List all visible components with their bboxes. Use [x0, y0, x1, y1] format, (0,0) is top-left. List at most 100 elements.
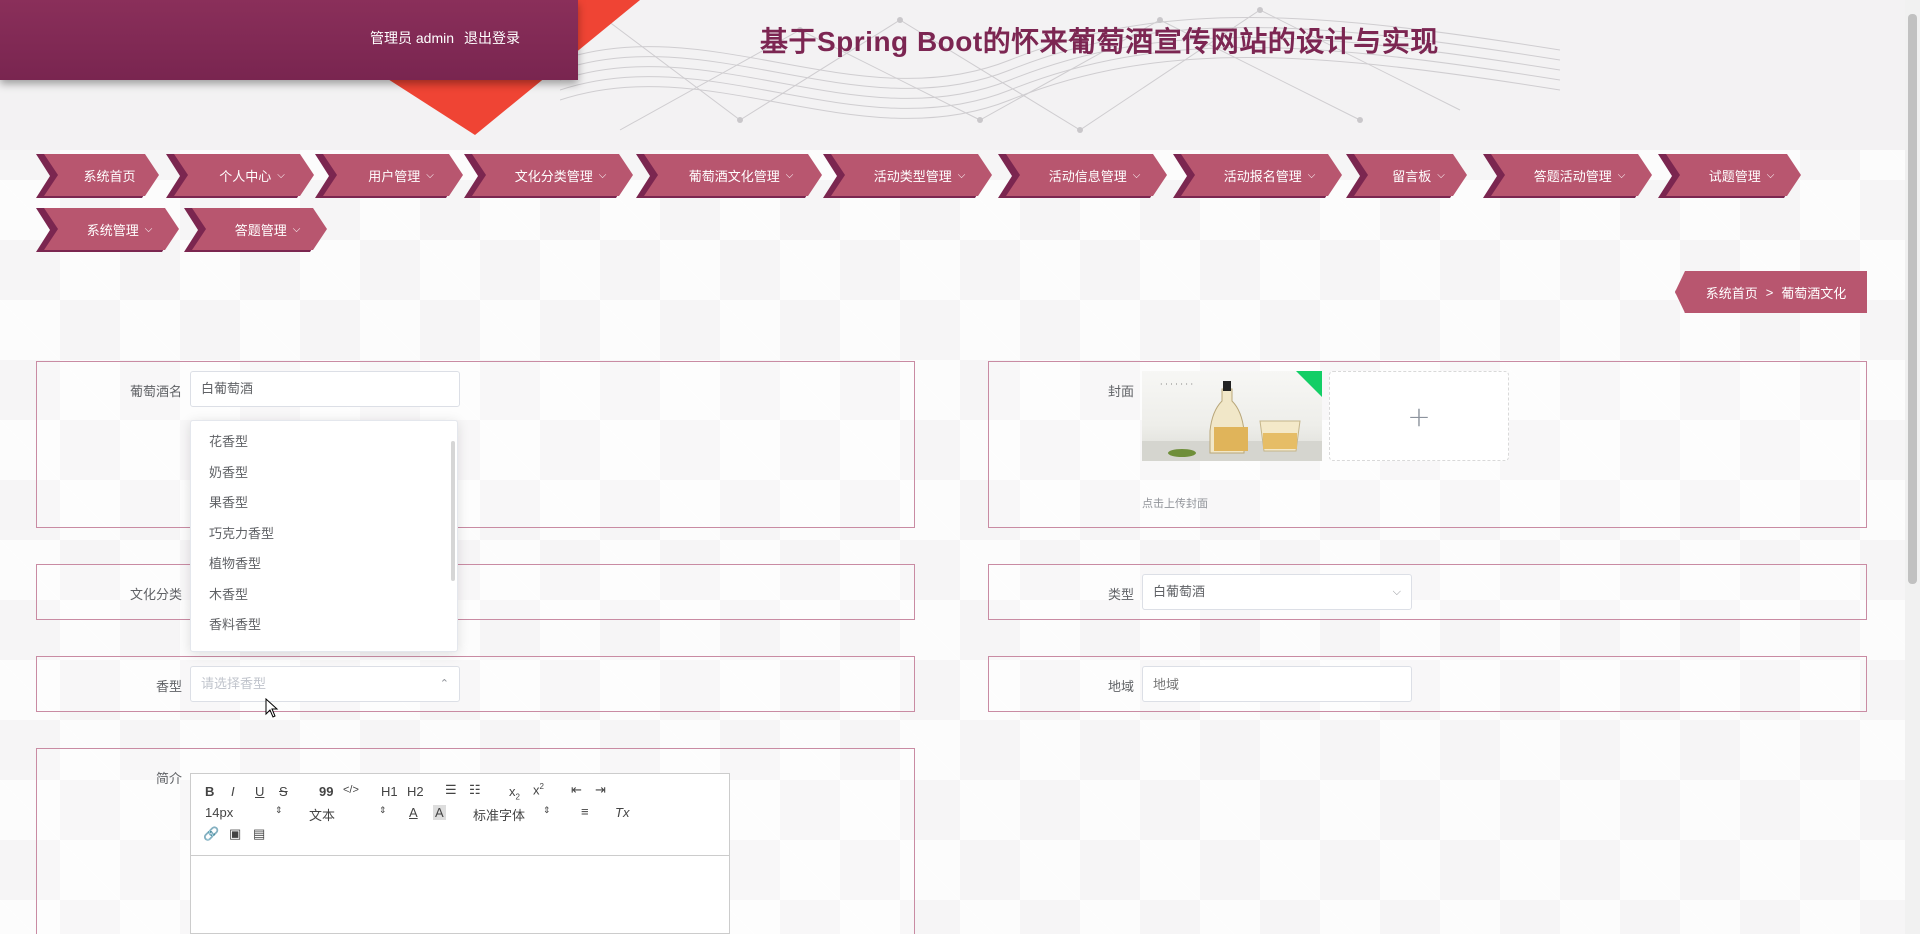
type-select[interactable]: 白葡萄酒 ⌵	[1142, 574, 1412, 610]
underline-button[interactable]: U	[255, 784, 264, 799]
nav-item-label: 系统首页	[83, 168, 136, 184]
indent-decrease-icon[interactable]: ⇤	[571, 782, 582, 798]
aroma-select-placeholder: 请选择香型	[201, 676, 267, 691]
header-select[interactable]: 文本 ⇕	[309, 805, 389, 824]
chevron-down-icon: ⌵	[1766, 169, 1775, 181]
nav-item-label: 用户管理	[368, 168, 421, 184]
chevron-down-icon: ⌵	[426, 169, 434, 181]
link-icon[interactable]: 🔗	[203, 826, 219, 842]
breadcrumb-current: 葡萄酒文化	[1781, 285, 1847, 301]
blockquote-button[interactable]: 99	[319, 784, 333, 799]
font-size-select[interactable]: 14px ⇕	[205, 805, 285, 820]
cover-image[interactable]: · · · · · · ·	[1142, 371, 1322, 461]
text-color-button[interactable]: A	[409, 805, 418, 820]
type-label: 类型	[1107, 587, 1134, 602]
aroma-option[interactable]: 木香型	[191, 580, 457, 611]
nav-item-label: 答题管理	[234, 222, 287, 238]
nav-item-questions[interactable]: 试题管理 ⌵	[1666, 154, 1801, 196]
nav-item-label: 试题管理	[1708, 168, 1761, 184]
font-size-value: 14px	[205, 805, 234, 820]
nav-item-label: 活动类型管理	[873, 168, 952, 184]
align-left-icon[interactable]: ≡	[581, 804, 589, 819]
nav-item-label: 个人中心	[219, 168, 272, 184]
nav-item-users[interactable]: 用户管理 ⌵	[323, 154, 463, 196]
nav-item-label: 答题活动管理	[1533, 168, 1612, 184]
chevron-down-icon: ⌵	[1437, 169, 1445, 181]
chevron-down-icon: ⌵	[1307, 169, 1316, 181]
site-title: 基于Spring Boot的怀来葡萄酒宣传网站的设计与实现	[760, 26, 1439, 57]
nav-item-culture-category[interactable]: 文化分类管理 ⌵	[472, 154, 633, 196]
video-icon[interactable]: ▤	[253, 826, 265, 842]
user-label: 管理员 admin	[370, 30, 455, 46]
strike-button[interactable]: S	[279, 784, 288, 799]
nav-item-activity-type[interactable]: 活动类型管理 ⌵	[831, 154, 992, 196]
editor-toolbar: B I U S 99 </> H1 H2 ☰ ☷ x2 x2 ⇤ ⇥ 14px ⇕…	[191, 774, 729, 856]
wine-name-input[interactable]: 白葡萄酒	[190, 371, 460, 407]
type-select-value: 白葡萄酒	[1153, 584, 1206, 599]
wine-name-label: 葡萄酒名	[129, 384, 182, 399]
chevron-down-icon: ⌵	[277, 169, 285, 181]
header-2-button[interactable]: H2	[407, 784, 424, 799]
sort-arrows-icon: ⇕	[275, 805, 283, 815]
nav-item-label: 活动报名管理	[1223, 168, 1302, 184]
header-1-button[interactable]: H1	[381, 784, 398, 799]
indent-increase-icon[interactable]: ⇥	[595, 782, 606, 798]
bullet-list-icon[interactable]: ☷	[469, 782, 481, 798]
breadcrumb-home[interactable]: 系统首页	[1706, 283, 1758, 302]
clean-format-button[interactable]: Tx	[615, 805, 629, 820]
chevron-down-icon: ⌵	[598, 169, 607, 181]
breadcrumb: 系统首页 > 葡萄酒文化	[1675, 271, 1867, 313]
aroma-option[interactable]: 香料香型	[191, 610, 457, 641]
superscript-icon[interactable]: x2	[533, 782, 544, 797]
chevron-up-icon: ⌃	[439, 678, 449, 690]
font-family-select[interactable]: 标准字体 ⇕	[473, 805, 553, 824]
upload-cover-button[interactable]: +	[1329, 371, 1509, 461]
nav-item-label: 留言板	[1392, 168, 1432, 184]
nav-item-profile[interactable]: 个人中心 ⌵	[174, 154, 314, 196]
header: 管理员 admin 退出登录 基于Spring Boot的怀来葡萄酒宣传网站的设计…	[0, 0, 1905, 150]
chevron-down-icon: ⌵	[1132, 169, 1141, 181]
nav-item-activity-info[interactable]: 活动信息管理 ⌵	[1006, 154, 1167, 196]
cover-label: 封面	[1107, 384, 1134, 399]
italic-button[interactable]: I	[231, 784, 235, 799]
intro-label: 简介	[155, 771, 182, 786]
chevron-down-icon: ⌵	[144, 223, 153, 235]
editor-content[interactable]	[191, 856, 729, 934]
page-scrollbar[interactable]	[1905, 0, 1920, 934]
sort-arrows-icon: ⇕	[379, 805, 387, 815]
nav-item-activity-signup[interactable]: 活动报名管理 ⌵	[1181, 154, 1342, 196]
nav-item-wine-culture[interactable]: 葡萄酒文化管理 ⌵	[644, 154, 822, 196]
logout-link[interactable]: 退出登录	[464, 30, 520, 46]
background-color-button[interactable]: A	[433, 805, 446, 820]
nav-item-quiz-activity[interactable]: 答题活动管理 ⌵	[1491, 154, 1652, 196]
ordered-list-icon[interactable]: ☰	[445, 782, 457, 798]
nav-item-answers[interactable]: 答题管理 ⌵	[192, 208, 327, 250]
aroma-option[interactable]: 巧克力香型	[191, 519, 457, 550]
image-icon[interactable]: ▣	[229, 826, 241, 842]
code-block-button[interactable]: </>	[343, 784, 359, 796]
svg-text:· · · · · · ·: · · · · · · ·	[1160, 380, 1193, 389]
nav-item-label: 文化分类管理	[514, 168, 593, 184]
aroma-dropdown-list: 花香型 奶香型 果香型 巧克力香型 植物香型 木香型 香料香型	[191, 421, 457, 641]
aroma-select[interactable]: 请选择香型 ⌃	[190, 666, 460, 702]
breadcrumb-separator: >	[1765, 284, 1774, 300]
aroma-dropdown: 花香型 奶香型 果香型 巧克力香型 植物香型 木香型 香料香型	[190, 420, 458, 652]
header-select-value: 文本	[309, 808, 336, 823]
mouse-cursor-icon	[265, 698, 279, 718]
aroma-option[interactable]: 植物香型	[191, 549, 457, 580]
chevron-down-icon: ⌵	[785, 169, 794, 181]
aroma-option[interactable]: 果香型	[191, 488, 457, 519]
wine-bottle-image: · · · · · · ·	[1142, 380, 1322, 461]
aroma-option[interactable]: 奶香型	[191, 458, 457, 489]
page-scrollbar-thumb[interactable]	[1908, 14, 1917, 584]
aroma-option[interactable]: 花香型	[191, 427, 457, 458]
region-input[interactable]	[1142, 666, 1412, 702]
subscript-icon[interactable]: x2	[509, 784, 520, 802]
nav-item-home[interactable]: 系统首页	[44, 154, 159, 196]
nav-item-label: 活动信息管理	[1048, 168, 1127, 184]
nav-item-system[interactable]: 系统管理 ⌵	[44, 208, 179, 250]
rich-text-editor: B I U S 99 </> H1 H2 ☰ ☷ x2 x2 ⇤ ⇥ 14px ⇕…	[190, 773, 730, 934]
nav-item-message-board[interactable]: 留言板 ⌵	[1354, 154, 1467, 196]
bold-button[interactable]: B	[205, 784, 214, 799]
dropdown-scrollbar[interactable]	[451, 441, 455, 581]
